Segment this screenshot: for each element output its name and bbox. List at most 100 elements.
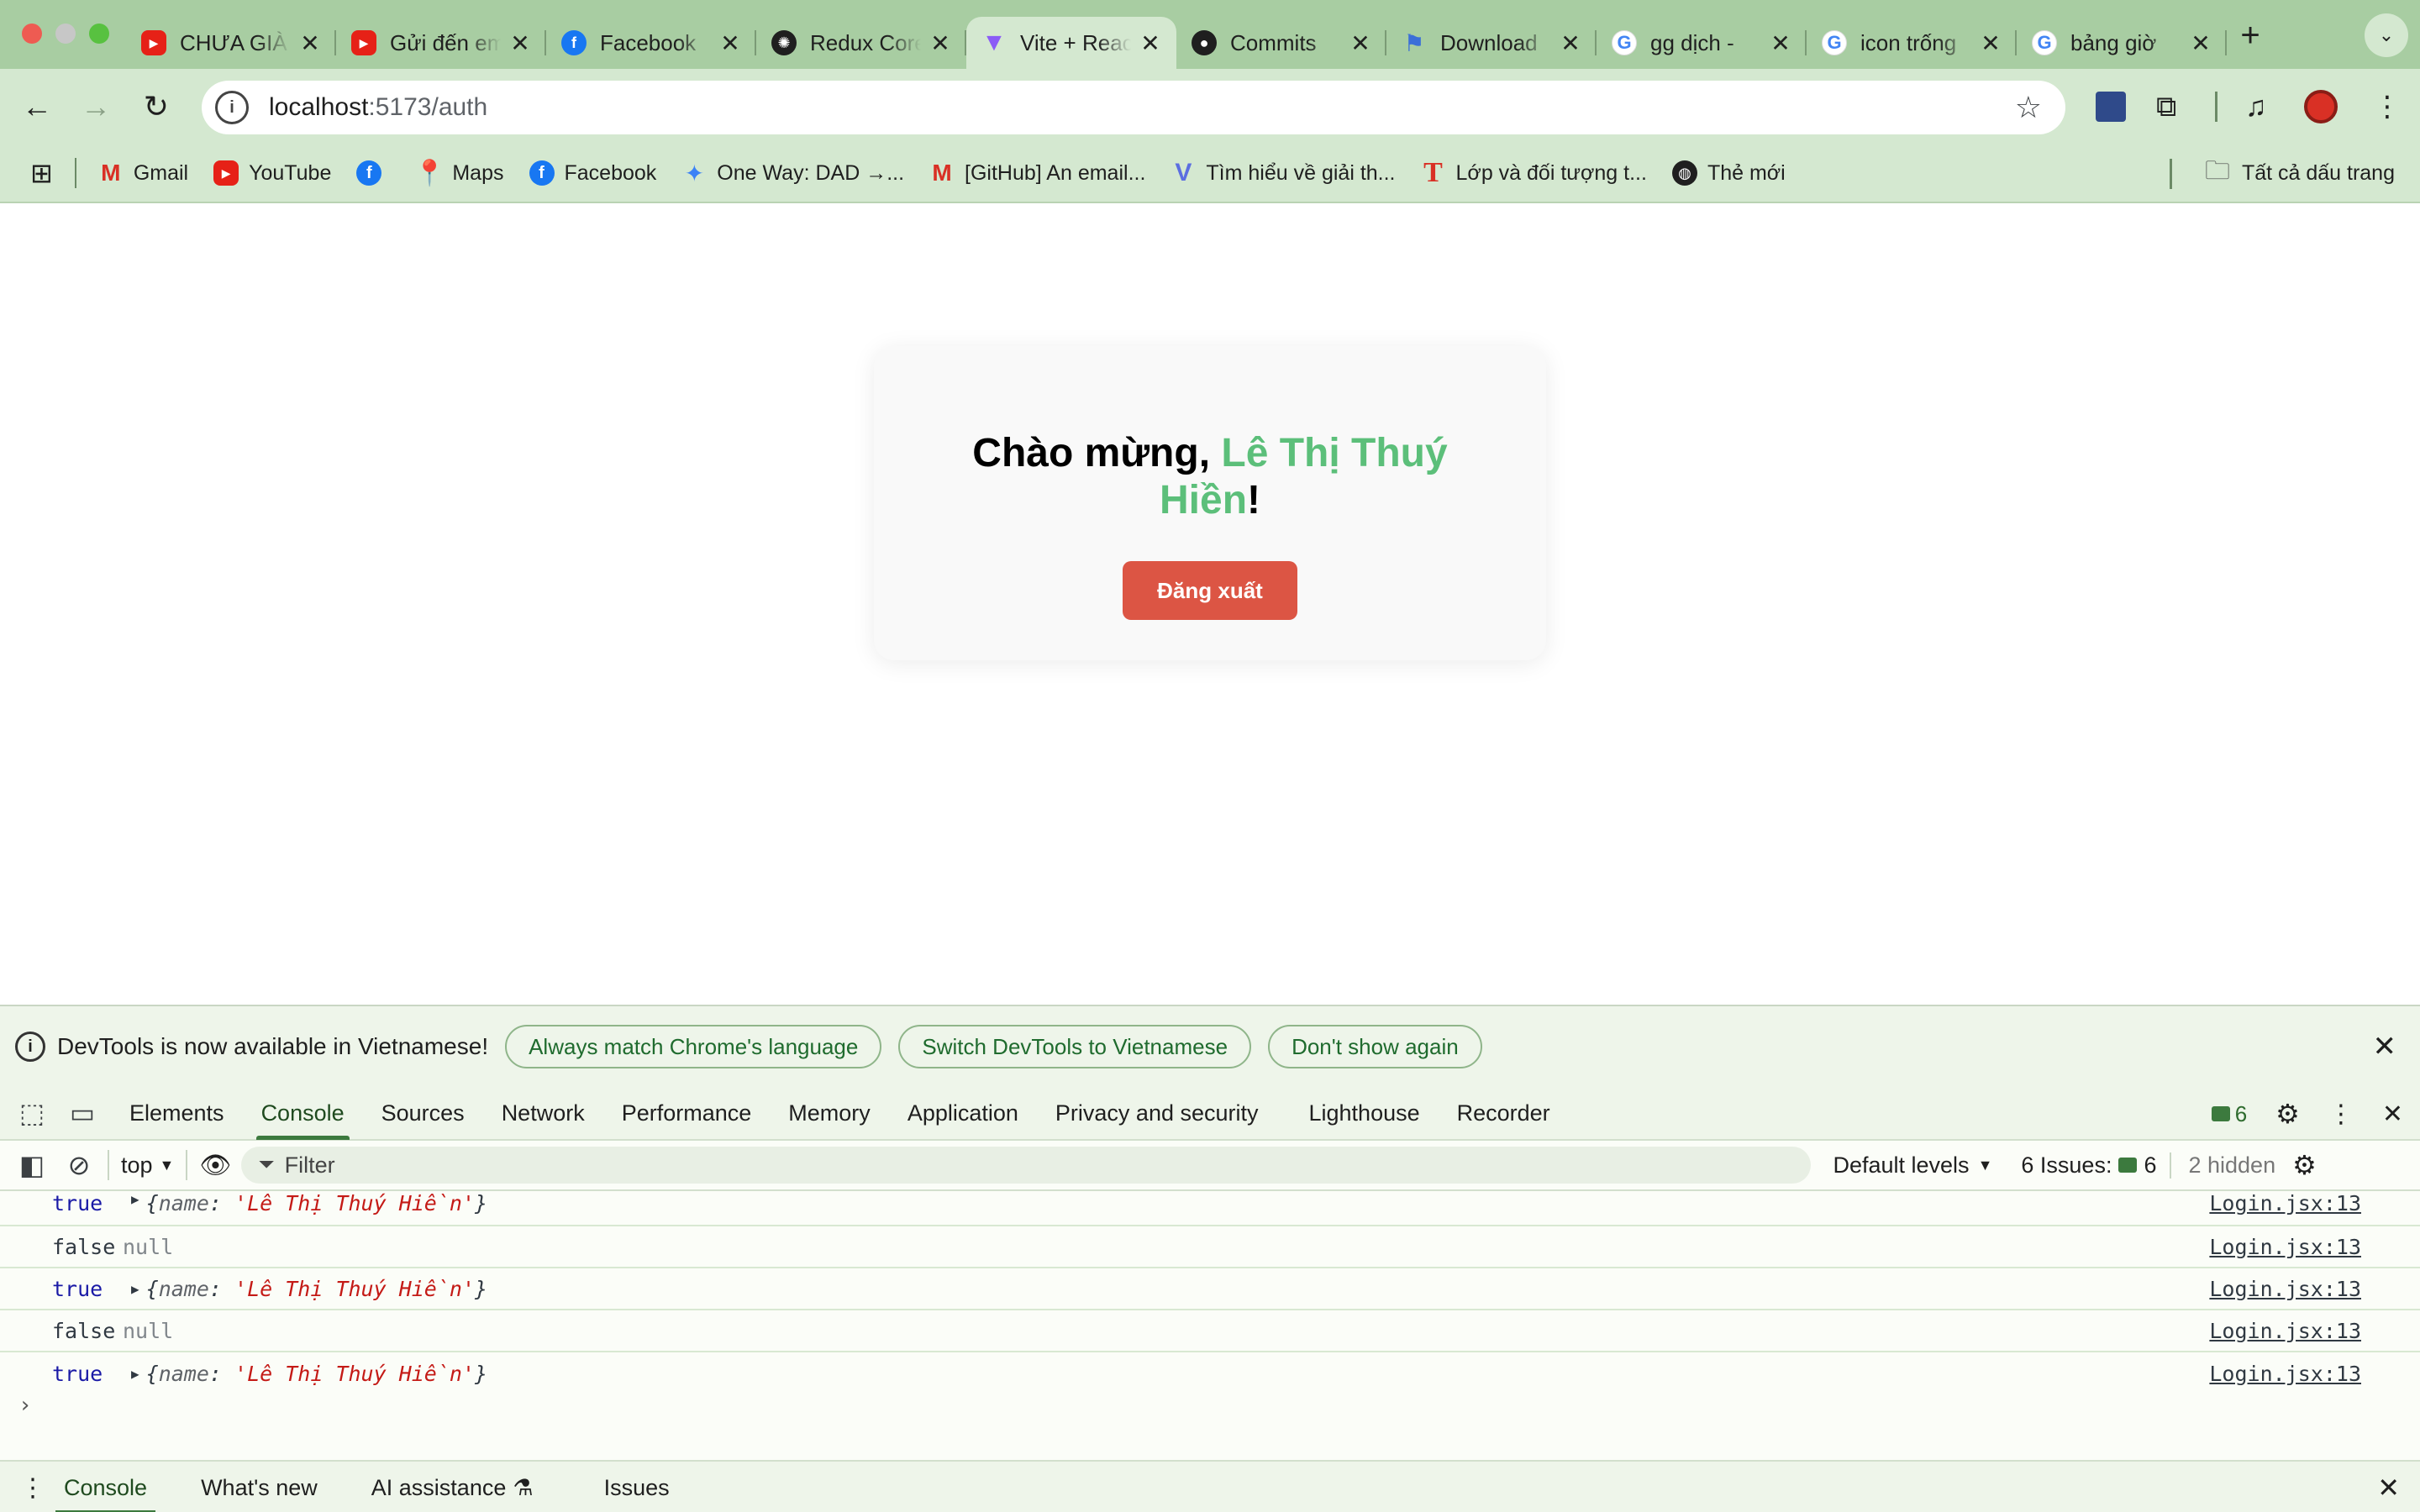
close-icon[interactable]: ✕	[2382, 1100, 2403, 1129]
media-control-icon[interactable]: ♫	[2245, 87, 2267, 126]
drawer-menu-icon[interactable]: ⋮	[20, 1473, 45, 1503]
tab-performance[interactable]: Performance	[603, 1086, 771, 1140]
close-icon[interactable]: ✕	[509, 29, 531, 57]
tab-memory[interactable]: Memory	[770, 1086, 889, 1140]
dont-show-again-button[interactable]: Don't show again	[1268, 1025, 1482, 1068]
sidebar-toggle-icon[interactable]: ◧	[15, 1149, 49, 1181]
tab-0[interactable]: ▶ CHƯA GIÀ ✕	[126, 17, 336, 69]
inspect-element-icon[interactable]: ⬚	[15, 1097, 49, 1129]
close-icon[interactable]: ✕	[1560, 29, 1581, 57]
close-icon[interactable]: ✕	[2373, 1030, 2397, 1063]
filter-placeholder: Filter	[284, 1152, 335, 1178]
settings-gear-icon[interactable]: ⚙	[2275, 1098, 2300, 1130]
source-link[interactable]: Login.jsx:13	[2209, 1277, 2361, 1301]
messages-badge[interactable]: 6	[2211, 1101, 2247, 1127]
close-icon[interactable]: ✕	[1139, 29, 1161, 57]
close-icon[interactable]: ✕	[1980, 29, 2002, 57]
switch-to-vietnamese-button[interactable]: Switch DevTools to Vietnamese	[898, 1025, 1252, 1068]
expand-triangle-icon[interactable]: ▶	[131, 1191, 139, 1207]
tab-5[interactable]: ● Commits ✕	[1176, 17, 1386, 69]
tab-search-chevron-icon[interactable]: ⌄	[2365, 13, 2408, 57]
tab-elements[interactable]: Elements	[111, 1086, 243, 1140]
clear-console-icon[interactable]: ⊘	[62, 1149, 96, 1181]
tab-2[interactable]: f Facebook ✕	[546, 17, 756, 69]
tab-6[interactable]: ⚑ Download ✕	[1386, 17, 1597, 69]
url-path: :5173/auth	[368, 93, 488, 121]
profile-avatar[interactable]	[2304, 90, 2338, 123]
filter-input[interactable]: ⏷ Filter	[241, 1147, 1812, 1184]
close-icon[interactable]: ✕	[719, 29, 741, 57]
translate-extension-icon[interactable]	[2096, 92, 2126, 122]
tab-sources[interactable]: Sources	[363, 1086, 483, 1140]
tab-7[interactable]: Ggg dịch - ✕	[1597, 17, 1807, 69]
kebab-menu-icon[interactable]: ⋮	[2328, 1100, 2354, 1129]
bookmark-gmail[interactable]: M Gmail	[98, 160, 188, 186]
close-icon[interactable]: ✕	[2377, 1472, 2400, 1504]
live-expression-eye-icon[interactable]: 👁	[199, 1151, 231, 1180]
context-selector[interactable]: top ▼	[121, 1152, 174, 1179]
apps-grid-icon[interactable]: ⊞	[30, 157, 53, 189]
tab-recorder[interactable]: Recorder	[1439, 1086, 1569, 1140]
expand-triangle-icon[interactable]: ▶	[131, 1281, 139, 1297]
tab-network[interactable]: Network	[483, 1086, 603, 1140]
bookmark-one-way[interactable]: ✦ One Way: DAD →...	[681, 160, 904, 186]
close-icon[interactable]: ✕	[299, 29, 321, 57]
zoom-window-button[interactable]	[89, 24, 109, 44]
close-icon[interactable]: ✕	[1770, 29, 1791, 57]
bookmark-tim-hieu[interactable]: V Tìm hiểu về giải th...	[1171, 159, 1395, 186]
back-arrow-icon[interactable]: ←	[18, 89, 55, 124]
minimize-window-button[interactable]	[55, 24, 76, 44]
new-tab-button[interactable]: +	[2233, 17, 2267, 55]
address-bar[interactable]: i localhost:5173/auth ☆	[202, 81, 2065, 134]
reload-icon[interactable]: ↻	[138, 89, 175, 124]
bookmark-maps[interactable]: 📍 Maps	[414, 160, 504, 187]
expand-triangle-icon[interactable]: ▶	[131, 1366, 139, 1382]
source-link[interactable]: Login.jsx:13	[2209, 1362, 2361, 1386]
source-link[interactable]: Login.jsx:13	[2209, 1191, 2361, 1215]
tab-lighthouse[interactable]: Lighthouse	[1291, 1086, 1439, 1140]
bookmark-label: [GitHub] An email...	[965, 160, 1146, 185]
close-icon[interactable]: ✕	[929, 29, 951, 57]
close-icon[interactable]: ✕	[2190, 29, 2212, 57]
tab-1[interactable]: ▶ Gửi đến em ✕	[336, 17, 546, 69]
drawer-tab-console[interactable]: Console	[37, 1461, 174, 1512]
console-prompt[interactable]: ›	[18, 1393, 32, 1418]
site-info-icon[interactable]: i	[215, 91, 249, 124]
bookmark-github-email[interactable]: M [GitHub] An email...	[929, 160, 1145, 186]
default-levels-dropdown[interactable]: Default levels ▼	[1833, 1152, 1992, 1179]
issues-counter[interactable]: 6 Issues: 6	[2021, 1152, 2156, 1179]
drawer-tab-issues[interactable]: Issues	[577, 1461, 697, 1512]
tab-application[interactable]: Application	[889, 1086, 1037, 1140]
puzzle-icon[interactable]: ⧉	[2156, 87, 2176, 126]
console-settings-gear-icon[interactable]: ⚙	[2292, 1149, 2317, 1181]
bookmark-the-moi[interactable]: ◍ Thẻ mới	[1671, 160, 1786, 186]
tab-8[interactable]: Gicon trống ✕	[1807, 17, 2017, 69]
always-match-language-button[interactable]: Always match Chrome's language	[505, 1025, 882, 1068]
bookmark-facebook[interactable]: f Facebook	[529, 160, 656, 186]
source-link[interactable]: Login.jsx:13	[2209, 1235, 2361, 1259]
tab-4-active[interactable]: ▼ Vite + React ✕	[966, 17, 1176, 69]
bookmark-star-icon[interactable]: ☆	[2015, 90, 2042, 125]
forward-arrow-icon[interactable]: →	[77, 89, 114, 124]
log-object[interactable]: {name: 'Lê Thị Thuý Hiền'}	[146, 1362, 487, 1386]
device-toolbar-icon[interactable]: ▭	[66, 1097, 99, 1129]
v-icon: V	[1175, 159, 1192, 186]
drawer-tab-whats-new[interactable]: What's new	[174, 1461, 345, 1512]
bookmark-facebook-icon-only[interactable]: f	[356, 160, 392, 186]
drawer-tab-ai-assistance[interactable]: AI assistance ⚗	[345, 1461, 560, 1512]
tab-9[interactable]: Gbảng giờ ✕	[2017, 17, 2227, 69]
kebab-menu-icon[interactable]: ⋮	[2373, 87, 2402, 126]
close-window-button[interactable]	[22, 24, 42, 44]
all-bookmarks-button[interactable]: 🗀 Tất cả dấu trang	[2205, 152, 2395, 195]
url-text[interactable]: localhost:5173/auth	[269, 93, 487, 122]
log-object[interactable]: {name: 'Lê Thị Thuý Hiền'}	[146, 1277, 487, 1301]
tab-console[interactable]: Console	[243, 1086, 363, 1140]
bookmark-lop-doi-tuong[interactable]: T Lớp và đối tượng t...	[1421, 157, 1647, 188]
source-link[interactable]: Login.jsx:13	[2209, 1319, 2361, 1343]
tab-privacy-security[interactable]: Privacy and security	[1037, 1086, 1277, 1140]
log-object[interactable]: {name: 'Lê Thị Thuý Hiền'}	[146, 1191, 487, 1215]
logout-button[interactable]: Đăng xuất	[1123, 561, 1297, 620]
close-icon[interactable]: ✕	[1349, 29, 1371, 57]
bookmark-youtube[interactable]: ▶ YouTube	[213, 160, 331, 186]
tab-3[interactable]: ✺ Redux Core ✕	[756, 17, 966, 69]
